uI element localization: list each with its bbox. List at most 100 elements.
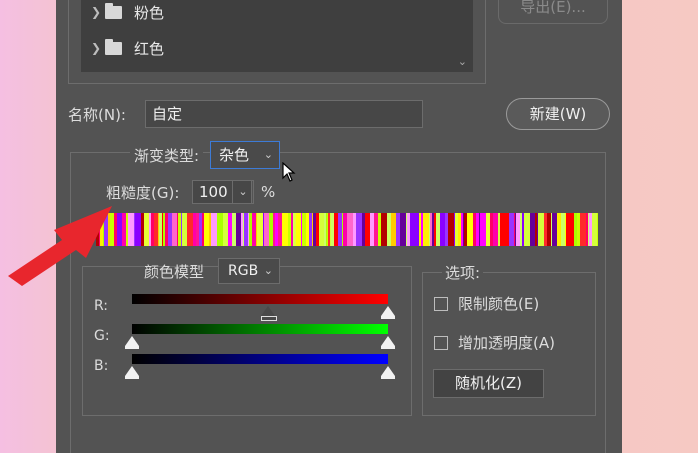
noise-stripe — [275, 213, 277, 246]
noise-stripe — [228, 213, 232, 246]
slider-thumb[interactable] — [381, 306, 395, 319]
mouse-cursor-icon — [282, 162, 296, 182]
noise-stripe — [211, 213, 217, 246]
noise-stripe — [301, 213, 302, 246]
noise-stripe — [458, 213, 461, 246]
restrict-colors-checkbox[interactable] — [434, 296, 448, 311]
preset-list-box[interactable]: ❯ 粉色 ❯ 红色 ⌄ — [81, 0, 473, 72]
green-channel-slider[interactable] — [125, 324, 395, 349]
noise-stripe — [396, 213, 400, 246]
noise-stripe — [414, 213, 419, 246]
slider-thumb[interactable] — [381, 366, 395, 379]
preset-list: ❯ 粉色 ❯ 红色 ⌄ — [68, 0, 486, 84]
noise-stripe — [407, 213, 410, 246]
restrict-colors-option[interactable]: 限制颜色(E) — [434, 293, 539, 314]
noise-stripe — [122, 213, 126, 246]
noise-stripe — [362, 213, 365, 246]
noise-stripe — [209, 213, 211, 246]
noise-stripe — [277, 213, 278, 246]
noise-stripe — [243, 213, 244, 246]
noise-stripe — [476, 213, 479, 246]
noise-stripe — [552, 213, 557, 246]
noise-stripe — [244, 213, 248, 246]
noise-stripe — [410, 213, 414, 246]
noise-stripe — [557, 213, 561, 246]
gradient-type-select[interactable]: 杂色 ⌄ — [210, 141, 280, 169]
slider-thumb[interactable] — [125, 366, 139, 379]
folder-icon — [105, 38, 122, 55]
add-transparency-option[interactable]: 增加透明度(A) — [434, 332, 555, 353]
noise-stripe — [163, 213, 165, 246]
noise-stripe — [234, 213, 236, 246]
noise-stripe — [144, 213, 149, 246]
noise-stripe — [342, 213, 343, 246]
channel-gradient-bar — [132, 324, 388, 334]
preset-folder-pink[interactable]: ❯ 粉色 — [91, 0, 164, 24]
chevron-right-icon[interactable]: ❯ — [91, 41, 105, 55]
channel-gradient-bar — [132, 354, 388, 364]
noise-stripe — [313, 213, 316, 246]
noise-stripe — [159, 213, 162, 246]
slider-thumb[interactable] — [260, 306, 277, 321]
roughness-dropdown-icon[interactable]: ⌄ — [232, 180, 254, 204]
noise-stripe — [149, 213, 151, 246]
slider-thumb[interactable] — [381, 336, 395, 349]
noise-stripe — [461, 213, 463, 246]
chevron-down-icon: ⌄ — [263, 264, 273, 277]
noise-stripe — [387, 213, 391, 246]
add-transparency-checkbox[interactable] — [434, 335, 448, 350]
noise-stripe — [187, 213, 193, 246]
noise-stripe — [480, 213, 486, 246]
export-button[interactable]: 导出(E)... — [498, 0, 608, 24]
name-input[interactable]: 自定 — [145, 100, 423, 128]
roughness-unit: % — [261, 183, 276, 201]
red-channel-slider[interactable] — [132, 294, 395, 321]
noise-stripe — [319, 213, 324, 246]
noise-stripe — [464, 213, 467, 246]
noise-stripe — [479, 213, 480, 246]
name-label: 名称(N): — [68, 106, 126, 124]
blue-channel-slider[interactable] — [125, 354, 395, 379]
noise-stripe — [430, 213, 432, 246]
gradient-type-value: 杂色 — [219, 146, 250, 164]
noise-stripe — [589, 213, 592, 246]
noise-stripe — [338, 213, 342, 246]
scroll-down-icon[interactable]: ⌄ — [458, 55, 467, 68]
noise-stripe — [178, 213, 181, 246]
noise-stripe — [177, 213, 178, 246]
noise-stripe — [463, 213, 464, 246]
chevron-right-icon[interactable]: ❯ — [91, 5, 105, 19]
noise-stripe — [391, 213, 396, 246]
noise-stripe — [232, 213, 234, 246]
noise-stripe — [328, 213, 330, 246]
noise-stripe — [134, 213, 135, 246]
noise-stripe — [370, 213, 374, 246]
noise-stripe — [365, 213, 370, 246]
preset-folder-red[interactable]: ❯ 红色 — [91, 36, 164, 60]
noise-stripe — [592, 213, 597, 246]
noise-stripe — [493, 213, 498, 246]
noise-stripe — [524, 213, 530, 246]
randomize-button[interactable]: 随机化(Z) — [433, 369, 544, 398]
noise-stripe — [278, 213, 282, 246]
noise-stripe — [440, 213, 445, 246]
slider-thumb[interactable] — [125, 336, 139, 349]
noise-stripe — [204, 213, 209, 246]
noise-stripe — [486, 213, 490, 246]
noise-stripe — [249, 213, 252, 246]
noise-stripe — [509, 213, 514, 246]
noise-stripe — [551, 213, 552, 246]
noise-stripe — [294, 213, 296, 246]
noise-stripe — [455, 213, 458, 246]
new-button[interactable]: 新建(W) — [506, 98, 610, 130]
noise-stripe — [324, 213, 326, 246]
color-model-select[interactable]: RGB ⌄ — [218, 258, 280, 284]
noise-stripe — [432, 213, 434, 246]
noise-stripe — [151, 213, 154, 246]
noise-stripe — [168, 213, 172, 246]
noise-stripe — [569, 213, 574, 246]
noise-stripe — [436, 213, 440, 246]
color-model-value: RGB — [228, 263, 259, 279]
noise-stripe — [515, 213, 516, 246]
noise-stripe — [535, 213, 537, 246]
